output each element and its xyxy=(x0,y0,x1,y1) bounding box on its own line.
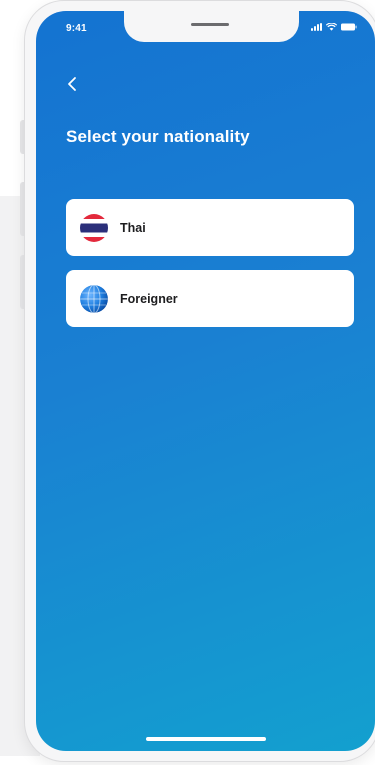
status-icons xyxy=(311,23,357,31)
notch xyxy=(124,11,299,42)
option-thai-button[interactable]: Thai xyxy=(66,199,354,256)
app-screen: 9:41 Select your nationality Thai Foreig… xyxy=(36,11,375,751)
wifi-icon xyxy=(326,23,337,31)
chevron-left-icon[interactable] xyxy=(64,75,82,93)
option-foreigner-button[interactable]: Foreigner xyxy=(66,270,354,327)
globe-icon xyxy=(80,284,108,313)
home-indicator[interactable] xyxy=(146,737,266,741)
option-thai-label: Thai xyxy=(120,220,146,235)
option-foreigner-label: Foreigner xyxy=(120,291,178,306)
battery-icon xyxy=(341,23,357,31)
speaker-grille xyxy=(191,23,229,26)
device-stage: 9:41 Select your nationality Thai Foreig… xyxy=(0,0,375,765)
status-time: 9:41 xyxy=(66,23,87,34)
thailand-flag-icon xyxy=(80,213,108,242)
signal-icon xyxy=(311,23,322,31)
page-title: Select your nationality xyxy=(66,127,250,146)
